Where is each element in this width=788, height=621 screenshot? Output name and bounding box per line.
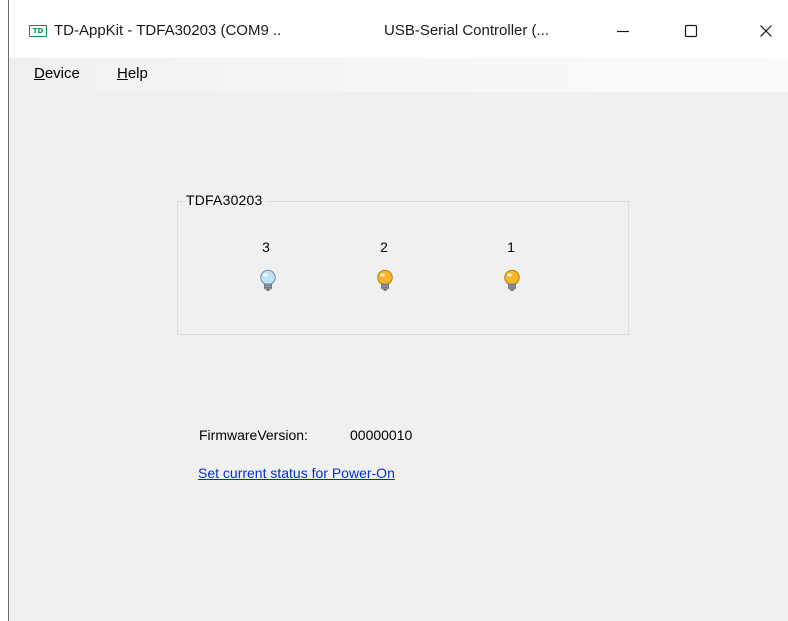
led-1-number: 1 — [507, 239, 515, 255]
app-window: TD TD-AppKit - TDFA30203 (COM9 .. USB-Se… — [8, 0, 788, 621]
window-subtitle: USB-Serial Controller (... — [384, 22, 550, 39]
firmware-version-value: 00000010 — [350, 427, 413, 443]
set-power-on-status-link[interactable]: Set current status for Power-On — [198, 465, 395, 481]
close-icon — [760, 25, 772, 37]
menu-help-label: elp — [127, 65, 148, 82]
firmware-version-label: FirmwareVersion: — [199, 427, 308, 443]
led-3-number: 3 — [262, 239, 270, 255]
menu-device-accelerator: D — [34, 65, 45, 82]
close-button[interactable] — [743, 8, 788, 54]
menu-bar: Device Help — [9, 58, 788, 92]
minimize-icon — [617, 30, 629, 33]
title-bar[interactable]: TD TD-AppKit - TDFA30203 (COM9 .. USB-Se… — [9, 0, 788, 58]
app-icon: TD — [29, 25, 47, 37]
menu-device-label: evice — [44, 65, 80, 82]
device-groupbox — [177, 201, 629, 335]
minimize-button[interactable] — [600, 8, 646, 54]
menu-device[interactable]: Device — [34, 65, 80, 82]
led-3-bulb-icon[interactable] — [258, 269, 278, 293]
maximize-icon — [684, 24, 698, 38]
led-1-bulb-icon[interactable] — [502, 269, 522, 293]
window-title: TD-AppKit - TDFA30203 (COM9 .. — [54, 22, 282, 39]
groupbox-title: TDFA30203 — [183, 192, 267, 208]
led-2-bulb-icon[interactable] — [375, 269, 395, 293]
menu-help[interactable]: Help — [117, 65, 148, 82]
menu-help-accelerator: H — [117, 65, 128, 82]
maximize-button[interactable] — [668, 8, 714, 54]
led-2-number: 2 — [380, 239, 388, 255]
